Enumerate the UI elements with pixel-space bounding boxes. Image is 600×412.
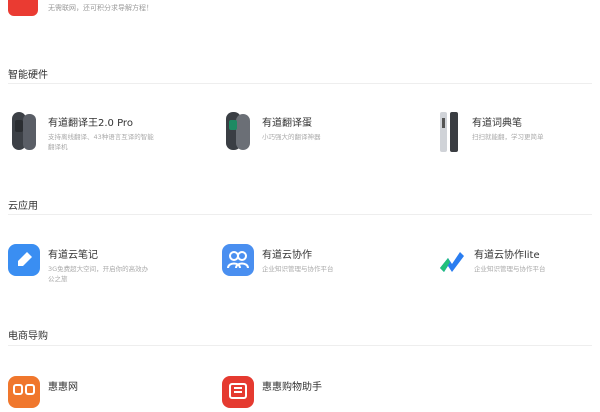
shopping-item-huihui-assistant[interactable]: 惠惠购物助手 — [222, 372, 402, 408]
dictionary-pen-icon — [438, 112, 462, 152]
cloud-note-icon — [8, 244, 40, 276]
divider — [8, 83, 592, 84]
section-title-cloud: 云应用 — [8, 201, 38, 212]
huihui-assistant-icon — [222, 376, 254, 408]
hardware-desc: 支持离线翻译、43种语言互译的智能翻译机 — [48, 133, 154, 151]
section-title-shopping: 电商导购 — [8, 331, 48, 342]
translator-device-icon — [10, 112, 38, 152]
divider — [8, 214, 592, 215]
cloud-item-note[interactable]: 有道云笔记 3G免费超大空间，开启你的高效办公之旅 — [8, 240, 188, 290]
top-item-desc: 无需联网，还可积分求导解方程！ — [48, 4, 153, 12]
hardware-title: 有道翻译王2.0 Pro — [48, 118, 133, 129]
shopping-title: 惠惠网 — [48, 382, 78, 393]
huihui-icon — [8, 376, 40, 408]
cloud-collab-icon — [222, 244, 254, 276]
hardware-item-pen[interactable]: 有道词典笔 扫扫就能翻，学习更简单 — [436, 108, 596, 158]
section-title-hardware: 智能硬件 — [8, 70, 48, 81]
translate-egg-icon — [224, 112, 252, 152]
cloud-item-collab[interactable]: 有道云协作 企业知识管理与协作平台 — [222, 240, 402, 290]
hardware-item-translator[interactable]: 有道翻译王2.0 Pro 支持离线翻译、43种语言互译的智能翻译机 — [8, 108, 188, 158]
cloud-title: 有道云协作lite — [474, 250, 540, 261]
hardware-title: 有道翻译蛋 — [262, 118, 312, 129]
cloud-desc: 企业知识管理与协作平台 — [262, 265, 334, 273]
shopping-title: 惠惠购物助手 — [262, 382, 322, 393]
hardware-desc: 扫扫就能翻，学习更简单 — [472, 133, 544, 141]
cloud-title: 有道云协作 — [262, 250, 312, 261]
hardware-desc: 小巧强大的翻译神器 — [262, 133, 321, 141]
hardware-title: 有道词典笔 — [472, 118, 522, 129]
cloud-title: 有道云笔记 — [48, 250, 98, 261]
cloud-collab-lite-icon — [436, 244, 468, 276]
cloud-desc: 3G免费超大空间，开启你的高效办公之旅 — [48, 265, 149, 283]
hardware-item-egg[interactable]: 有道翻译蛋 小巧强大的翻译神器 — [222, 108, 402, 158]
app-icon-top[interactable] — [8, 0, 38, 16]
cloud-item-collab-lite[interactable]: 有道云协作lite 企业知识管理与协作平台 — [436, 240, 596, 290]
cloud-desc: 企业知识管理与协作平台 — [474, 265, 546, 273]
divider — [8, 345, 592, 346]
shopping-item-huihui[interactable]: 惠惠网 — [8, 372, 188, 408]
